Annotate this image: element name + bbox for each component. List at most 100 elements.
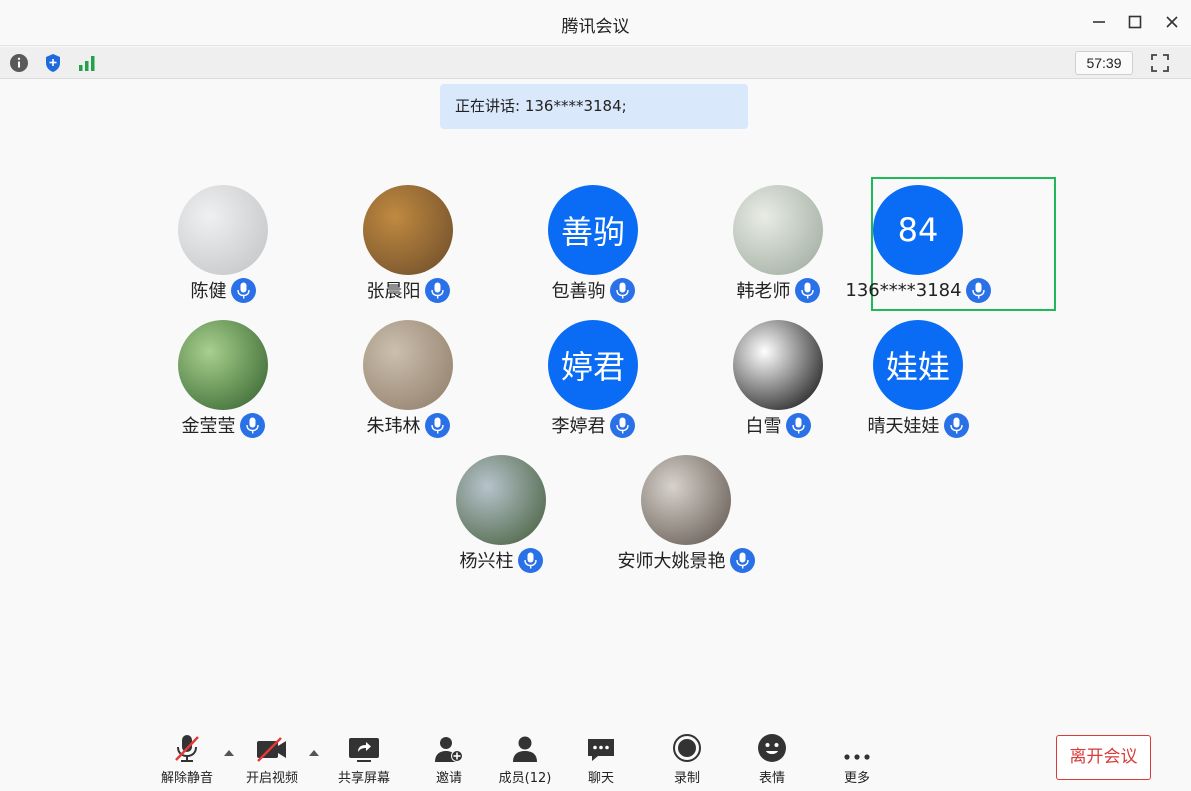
participant-name: 安师大姚景艳 (617, 551, 726, 572)
participant-name: 136****3184 (845, 279, 962, 301)
participant-name: 韩老师 (736, 281, 791, 302)
mic-icon (424, 277, 450, 303)
participant-name-row: 金莹莹 (133, 411, 313, 439)
mic-icon (965, 277, 991, 303)
participant-name: 白雪 (745, 416, 782, 437)
mic-icon (424, 412, 450, 438)
participant-tile[interactable]: 娃娃晴天娃娃 (828, 313, 1008, 443)
info-toolbar: 57:39 (0, 47, 1191, 79)
participant-tile[interactable]: 朱玮林 (318, 313, 498, 443)
mic-icon (609, 277, 635, 303)
fullscreen-icon[interactable] (1149, 52, 1171, 74)
mic-icon (785, 412, 811, 438)
participant-name-row: 安师大姚景艳 (596, 546, 776, 574)
speaking-indicator: 正在讲话: 136****3184; (440, 84, 748, 129)
participant-name-row: 包善驹 (503, 276, 683, 304)
video-options-caret-icon[interactable] (308, 744, 320, 756)
mic-icon (230, 277, 256, 303)
title-bar: 腾讯会议 (0, 0, 1191, 46)
participant-tile[interactable]: 张晨阳 (318, 178, 498, 308)
mic-icon (239, 412, 265, 438)
mic-icon (729, 547, 755, 573)
shield-icon[interactable] (42, 52, 64, 74)
avatar-initials: 娃娃 (885, 348, 950, 386)
more-label: 更多 (843, 771, 870, 786)
participant-tile[interactable]: 杨兴柱 (411, 448, 591, 578)
add-user-icon (414, 733, 484, 763)
record-icon (652, 733, 722, 763)
members-label: 成员(12) (498, 771, 552, 786)
members-button[interactable]: 成员(12) (490, 733, 560, 786)
more-icon (822, 733, 892, 763)
participant-name-row: 李婷君 (503, 411, 683, 439)
participant-tile[interactable]: 安师大姚景艳 (596, 448, 776, 578)
participant-name-row: 晴天娃娃 (828, 411, 1008, 439)
participant-name: 李婷君 (551, 416, 606, 437)
maximize-icon[interactable] (1122, 10, 1148, 34)
chat-label: 聊天 (587, 771, 614, 786)
invite-label: 邀请 (435, 771, 462, 786)
mic-muted-icon (152, 733, 222, 763)
record-button[interactable]: 录制 (652, 733, 722, 786)
record-label: 录制 (673, 771, 700, 786)
leave-meeting-button[interactable]: 离开会议 (1056, 735, 1151, 780)
video-label: 开启视频 (245, 771, 298, 786)
mic-icon (517, 547, 543, 573)
participant-tile[interactable]: 84 136****3184 (828, 178, 1008, 308)
participant-name: 张晨阳 (366, 281, 421, 302)
avatar: 娃娃 (873, 320, 963, 410)
window-title: 腾讯会议 (561, 17, 630, 37)
invite-button[interactable]: 邀请 (414, 733, 484, 786)
mic-icon (943, 412, 969, 438)
avatar (363, 320, 453, 410)
signal-icon[interactable] (76, 52, 98, 74)
control-bar: 解除静音 开启视频 共享屏幕 邀请 成员(12) 聊天 录制 表情 更多 (0, 725, 1191, 791)
video-off-icon (237, 733, 307, 763)
avatar (178, 320, 268, 410)
participant-name: 陈健 (190, 281, 227, 302)
mic-icon (794, 277, 820, 303)
share-screen-button[interactable]: 共享屏幕 (329, 733, 399, 786)
avatar: 善驹 (548, 185, 638, 275)
avatar (178, 185, 268, 275)
audio-options-caret-icon[interactable] (223, 744, 235, 756)
emoji-icon (737, 733, 807, 763)
participant-name: 晴天娃娃 (867, 416, 940, 437)
participant-name: 金莹莹 (181, 416, 236, 437)
unmute-button[interactable]: 解除静音 (152, 733, 222, 786)
mic-icon (609, 412, 635, 438)
participant-name-row: 136****3184 (828, 276, 1008, 304)
participant-name-row: 陈健 (133, 276, 313, 304)
participant-tile[interactable]: 善驹 包善驹 (503, 178, 683, 308)
more-button[interactable]: 更多 (822, 733, 892, 786)
avatar (641, 455, 731, 545)
unmute-label: 解除静音 (160, 771, 213, 786)
emoji-button[interactable]: 表情 (737, 733, 807, 786)
participant-tile[interactable]: 婷君李婷君 (503, 313, 683, 443)
members-icon (490, 733, 560, 763)
participant-tile[interactable]: 陈健 (133, 178, 313, 308)
participant-name: 包善驹 (551, 281, 606, 302)
info-icon[interactable] (8, 52, 30, 74)
chat-button[interactable]: 聊天 (566, 733, 636, 786)
avatar (733, 320, 823, 410)
avatar: 84 (873, 185, 963, 275)
meeting-timer: 57:39 (1075, 51, 1133, 75)
avatar (456, 455, 546, 545)
participant-name-row: 朱玮林 (318, 411, 498, 439)
emoji-label: 表情 (758, 771, 785, 786)
close-icon[interactable] (1159, 10, 1185, 34)
avatar (363, 185, 453, 275)
avatar-initials: 婷君 (560, 348, 625, 386)
chat-icon (566, 733, 636, 763)
avatar: 婷君 (548, 320, 638, 410)
participant-tile[interactable]: 金莹莹 (133, 313, 313, 443)
participant-name: 朱玮林 (366, 416, 421, 437)
share-label: 共享屏幕 (337, 771, 390, 786)
avatar (733, 185, 823, 275)
participant-name: 杨兴柱 (459, 551, 514, 572)
start-video-button[interactable]: 开启视频 (237, 733, 307, 786)
participant-name-row: 张晨阳 (318, 276, 498, 304)
minimize-icon[interactable] (1086, 10, 1112, 34)
avatar-initials: 84 (897, 211, 939, 249)
